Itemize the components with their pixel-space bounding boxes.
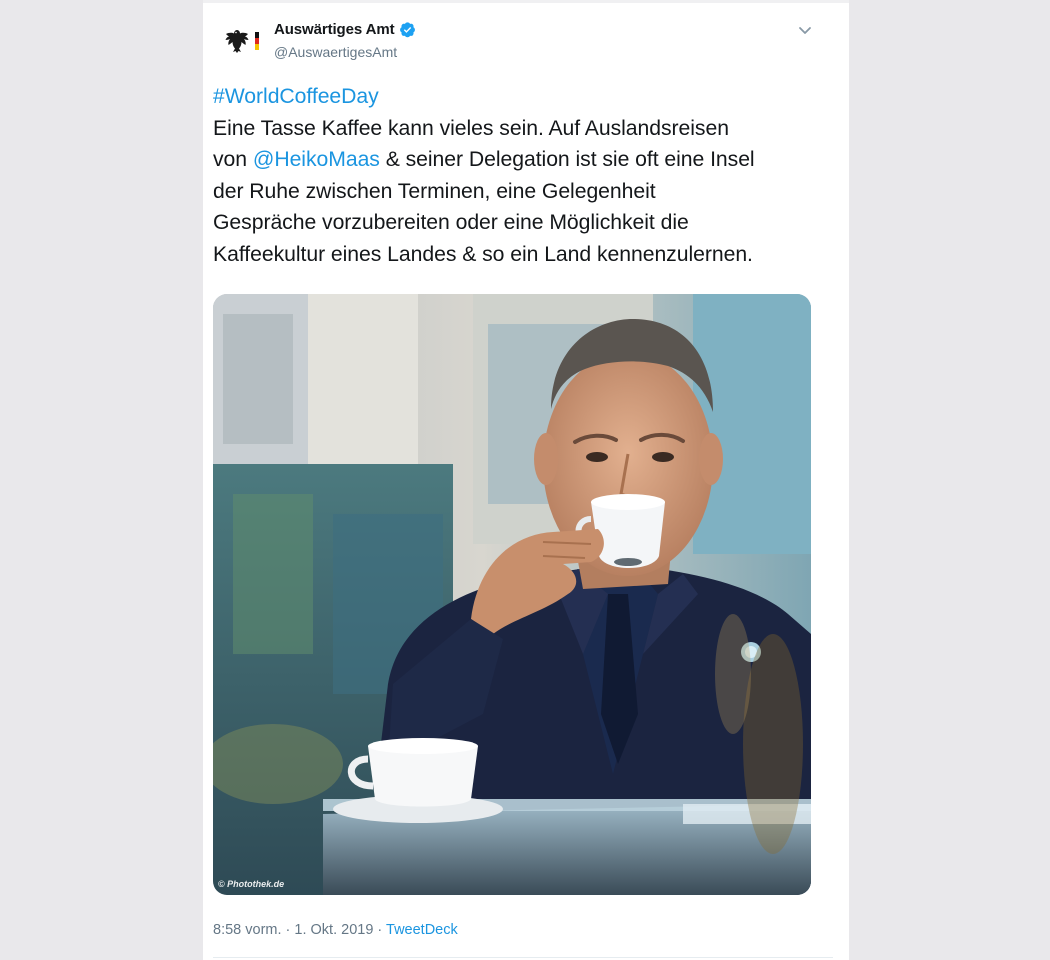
hashtag-link[interactable]: #WorldCoffeeDay xyxy=(213,85,379,108)
tweet-photo[interactable]: © Photothek.de xyxy=(213,294,811,895)
tweet-line-4: Gespräche vorzubereiten oder eine Möglic… xyxy=(213,211,689,234)
tweet-line-2-suffix: & seiner Delegation ist sie oft eine Ins… xyxy=(379,148,755,171)
photo-credit: © Photothek.de xyxy=(218,879,285,889)
tweet-meta: 8:58 vorm. · 1. Okt. 2019 · TweetDeck xyxy=(213,922,458,938)
photo-illustration xyxy=(213,294,811,895)
tweet-time[interactable]: 8:58 vorm. xyxy=(213,922,282,938)
tweet-date[interactable]: 1. Okt. 2019 xyxy=(294,922,373,938)
tweet-card: Auswärtiges Amt @AuswaertigesAmt #WorldC… xyxy=(203,0,849,960)
bottom-divider xyxy=(213,957,833,958)
tweet-line-2: von @HeikoMaas & seiner Delegation ist s… xyxy=(213,144,833,176)
tweet-line-1: Eine Tasse Kaffee kann vieles sein. Auf … xyxy=(213,116,729,140)
account-handle[interactable]: @AuswaertigesAmt xyxy=(274,44,397,60)
account-logo[interactable] xyxy=(222,26,260,58)
tweet-text: #WorldCoffeeDay Eine Tasse Kaffee kann v… xyxy=(213,81,833,270)
chevron-down-icon[interactable] xyxy=(795,20,815,40)
account-name-row[interactable]: Auswärtiges Amt xyxy=(274,21,416,38)
tweet-line-5: Kaffeekultur eines Landes & so ein Land … xyxy=(213,242,753,266)
meta-separator: · xyxy=(281,922,295,938)
tweet-source-link[interactable]: TweetDeck xyxy=(386,922,458,938)
account-name[interactable]: Auswärtiges Amt xyxy=(274,21,395,38)
mention-link[interactable]: @HeikoMaas xyxy=(253,148,380,171)
tweet-line-2-prefix: von xyxy=(213,148,253,171)
federal-eagle-icon xyxy=(223,27,259,55)
tweet-line-3: der Ruhe zwischen Terminen, eine Gelegen… xyxy=(213,179,656,203)
card-top-divider xyxy=(203,0,849,3)
meta-separator-2: · xyxy=(373,922,387,938)
verified-icon xyxy=(399,21,416,38)
